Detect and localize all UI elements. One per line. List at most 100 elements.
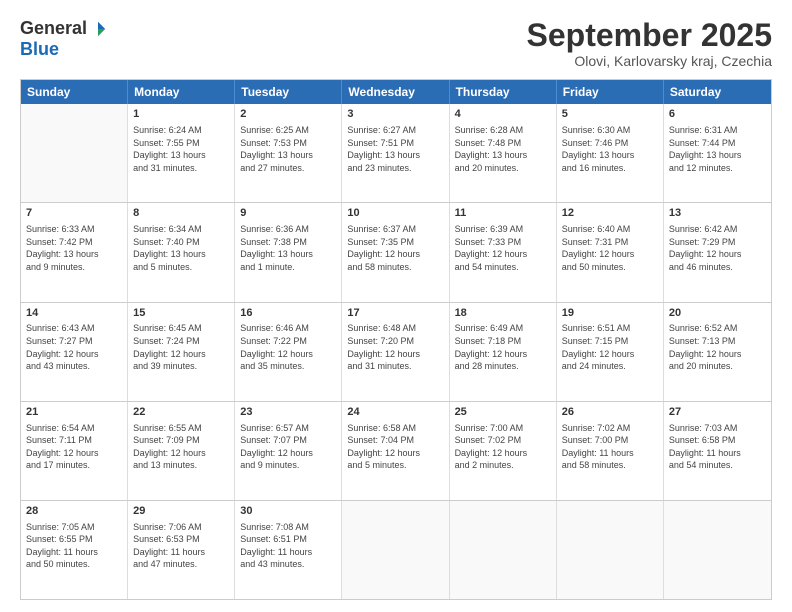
calendar-cell: 26 Sunrise: 7:02 AM Sunset: 7:00 PM Dayli… xyxy=(557,402,664,500)
calendar-cell: 15Sunrise: 6:45 AM Sunset: 7:24 PM Dayli… xyxy=(128,303,235,401)
day-info: Sunrise: 6:39 AM Sunset: 7:33 PM Dayligh… xyxy=(455,223,551,273)
calendar-cell: 24 Sunrise: 6:58 AM Sunset: 7:04 PM Dayli… xyxy=(342,402,449,500)
calendar-row-4: 28 Sunrise: 7:05 AM Sunset: 6:55 PM Dayli… xyxy=(21,500,771,599)
header-day-wednesday: Wednesday xyxy=(342,80,449,104)
day-info: Sunrise: 7:02 AM Sunset: 7:00 PM Dayligh… xyxy=(562,422,658,472)
calendar-cell: 7 Sunrise: 6:33 AM Sunset: 7:42 PM Daylig… xyxy=(21,203,128,301)
day-info: Sunrise: 6:45 AM Sunset: 7:24 PM Dayligh… xyxy=(133,322,229,372)
calendar-body: 1 Sunrise: 6:24 AM Sunset: 7:55 PM Daylig… xyxy=(21,104,771,599)
day-info: Sunrise: 6:24 AM Sunset: 7:55 PM Dayligh… xyxy=(133,124,229,174)
calendar: SundayMondayTuesdayWednesdayThursdayFrid… xyxy=(20,79,772,600)
day-number: 25 xyxy=(455,405,551,420)
calendar-cell: 25 Sunrise: 7:00 AM Sunset: 7:02 PM Dayli… xyxy=(450,402,557,500)
day-info: Sunrise: 6:52 AM Sunset: 7:13 PM Dayligh… xyxy=(669,322,766,372)
day-info: Sunrise: 6:40 AM Sunset: 7:31 PM Dayligh… xyxy=(562,223,658,273)
day-info: Sunrise: 6:51 AM Sunset: 7:15 PM Dayligh… xyxy=(562,322,658,372)
day-info: Sunrise: 7:03 AM Sunset: 6:58 PM Dayligh… xyxy=(669,422,766,472)
day-info: Sunrise: 6:37 AM Sunset: 7:35 PM Dayligh… xyxy=(347,223,443,273)
day-info: Sunrise: 6:42 AM Sunset: 7:29 PM Dayligh… xyxy=(669,223,766,273)
day-number: 4 xyxy=(455,107,551,122)
calendar-cell: 3 Sunrise: 6:27 AM Sunset: 7:51 PM Daylig… xyxy=(342,104,449,202)
calendar-cell xyxy=(557,501,664,599)
calendar-cell: 18Sunrise: 6:49 AM Sunset: 7:18 PM Dayli… xyxy=(450,303,557,401)
calendar-cell: 1 Sunrise: 6:24 AM Sunset: 7:55 PM Daylig… xyxy=(128,104,235,202)
calendar-cell xyxy=(21,104,128,202)
calendar-cell: 19Sunrise: 6:51 AM Sunset: 7:15 PM Dayli… xyxy=(557,303,664,401)
day-number: 24 xyxy=(347,405,443,420)
day-info: Sunrise: 7:00 AM Sunset: 7:02 PM Dayligh… xyxy=(455,422,551,472)
calendar-cell: 29 Sunrise: 7:06 AM Sunset: 6:53 PM Dayli… xyxy=(128,501,235,599)
day-info: Sunrise: 7:05 AM Sunset: 6:55 PM Dayligh… xyxy=(26,521,122,571)
day-info: Sunrise: 6:43 AM Sunset: 7:27 PM Dayligh… xyxy=(26,322,122,372)
day-number: 11 xyxy=(455,206,551,221)
day-number: 18 xyxy=(455,306,551,321)
day-number: 23 xyxy=(240,405,336,420)
day-info: Sunrise: 6:46 AM Sunset: 7:22 PM Dayligh… xyxy=(240,322,336,372)
day-number: 9 xyxy=(240,206,336,221)
day-info: Sunrise: 6:34 AM Sunset: 7:40 PM Dayligh… xyxy=(133,223,229,273)
day-number: 13 xyxy=(669,206,766,221)
day-info: Sunrise: 6:57 AM Sunset: 7:07 PM Dayligh… xyxy=(240,422,336,472)
calendar-cell: 2Sunrise: 6:25 AM Sunset: 7:53 PM Daylig… xyxy=(235,104,342,202)
day-info: Sunrise: 7:06 AM Sunset: 6:53 PM Dayligh… xyxy=(133,521,229,571)
day-number: 10 xyxy=(347,206,443,221)
day-number: 14 xyxy=(26,306,122,321)
calendar-cell: 5 Sunrise: 6:30 AM Sunset: 7:46 PM Daylig… xyxy=(557,104,664,202)
calendar-cell: 10 Sunrise: 6:37 AM Sunset: 7:35 PM Dayli… xyxy=(342,203,449,301)
calendar-cell: 12 Sunrise: 6:40 AM Sunset: 7:31 PM Dayli… xyxy=(557,203,664,301)
calendar-cell: 17Sunrise: 6:48 AM Sunset: 7:20 PM Dayli… xyxy=(342,303,449,401)
header-day-saturday: Saturday xyxy=(664,80,771,104)
day-info: Sunrise: 6:27 AM Sunset: 7:51 PM Dayligh… xyxy=(347,124,443,174)
title-block: September 2025 Olovi, Karlovarsky kraj, … xyxy=(527,18,772,69)
day-number: 21 xyxy=(26,405,122,420)
logo-blue: Blue xyxy=(20,39,59,59)
calendar-cell: 11 Sunrise: 6:39 AM Sunset: 7:33 PM Dayli… xyxy=(450,203,557,301)
day-number: 22 xyxy=(133,405,229,420)
day-number: 12 xyxy=(562,206,658,221)
calendar-header: SundayMondayTuesdayWednesdayThursdayFrid… xyxy=(21,80,771,104)
header-day-thursday: Thursday xyxy=(450,80,557,104)
day-info: Sunrise: 6:33 AM Sunset: 7:42 PM Dayligh… xyxy=(26,223,122,273)
day-number: 29 xyxy=(133,504,229,519)
month-title: September 2025 xyxy=(527,18,772,53)
day-number: 28 xyxy=(26,504,122,519)
calendar-cell: 8Sunrise: 6:34 AM Sunset: 7:40 PM Daylig… xyxy=(128,203,235,301)
calendar-row-1: 7 Sunrise: 6:33 AM Sunset: 7:42 PM Daylig… xyxy=(21,202,771,301)
day-number: 16 xyxy=(240,306,336,321)
day-number: 1 xyxy=(133,107,229,122)
day-info: Sunrise: 6:49 AM Sunset: 7:18 PM Dayligh… xyxy=(455,322,551,372)
day-info: Sunrise: 6:48 AM Sunset: 7:20 PM Dayligh… xyxy=(347,322,443,372)
header-day-tuesday: Tuesday xyxy=(235,80,342,104)
day-number: 27 xyxy=(669,405,766,420)
calendar-cell xyxy=(450,501,557,599)
header-day-sunday: Sunday xyxy=(21,80,128,104)
calendar-cell: 23 Sunrise: 6:57 AM Sunset: 7:07 PM Dayli… xyxy=(235,402,342,500)
logo: General Blue xyxy=(20,18,107,60)
day-info: Sunrise: 6:28 AM Sunset: 7:48 PM Dayligh… xyxy=(455,124,551,174)
logo-general: General xyxy=(20,18,87,39)
calendar-cell: 13 Sunrise: 6:42 AM Sunset: 7:29 PM Dayli… xyxy=(664,203,771,301)
day-info: Sunrise: 6:31 AM Sunset: 7:44 PM Dayligh… xyxy=(669,124,766,174)
day-number: 5 xyxy=(562,107,658,122)
day-info: Sunrise: 6:58 AM Sunset: 7:04 PM Dayligh… xyxy=(347,422,443,472)
calendar-cell xyxy=(664,501,771,599)
day-number: 17 xyxy=(347,306,443,321)
day-number: 20 xyxy=(669,306,766,321)
day-info: Sunrise: 6:36 AM Sunset: 7:38 PM Dayligh… xyxy=(240,223,336,273)
calendar-cell: 16Sunrise: 6:46 AM Sunset: 7:22 PM Dayli… xyxy=(235,303,342,401)
calendar-cell: 20Sunrise: 6:52 AM Sunset: 7:13 PM Dayli… xyxy=(664,303,771,401)
header: General Blue September 2025 Olovi, Karlo… xyxy=(20,18,772,69)
day-number: 6 xyxy=(669,107,766,122)
header-day-monday: Monday xyxy=(128,80,235,104)
day-number: 2 xyxy=(240,107,336,122)
day-info: Sunrise: 6:30 AM Sunset: 7:46 PM Dayligh… xyxy=(562,124,658,174)
calendar-cell: 28 Sunrise: 7:05 AM Sunset: 6:55 PM Dayli… xyxy=(21,501,128,599)
day-number: 26 xyxy=(562,405,658,420)
day-number: 3 xyxy=(347,107,443,122)
calendar-cell xyxy=(342,501,449,599)
calendar-cell: 21 Sunrise: 6:54 AM Sunset: 7:11 PM Dayli… xyxy=(21,402,128,500)
day-info: Sunrise: 6:54 AM Sunset: 7:11 PM Dayligh… xyxy=(26,422,122,472)
day-number: 7 xyxy=(26,206,122,221)
day-info: Sunrise: 6:55 AM Sunset: 7:09 PM Dayligh… xyxy=(133,422,229,472)
header-day-friday: Friday xyxy=(557,80,664,104)
